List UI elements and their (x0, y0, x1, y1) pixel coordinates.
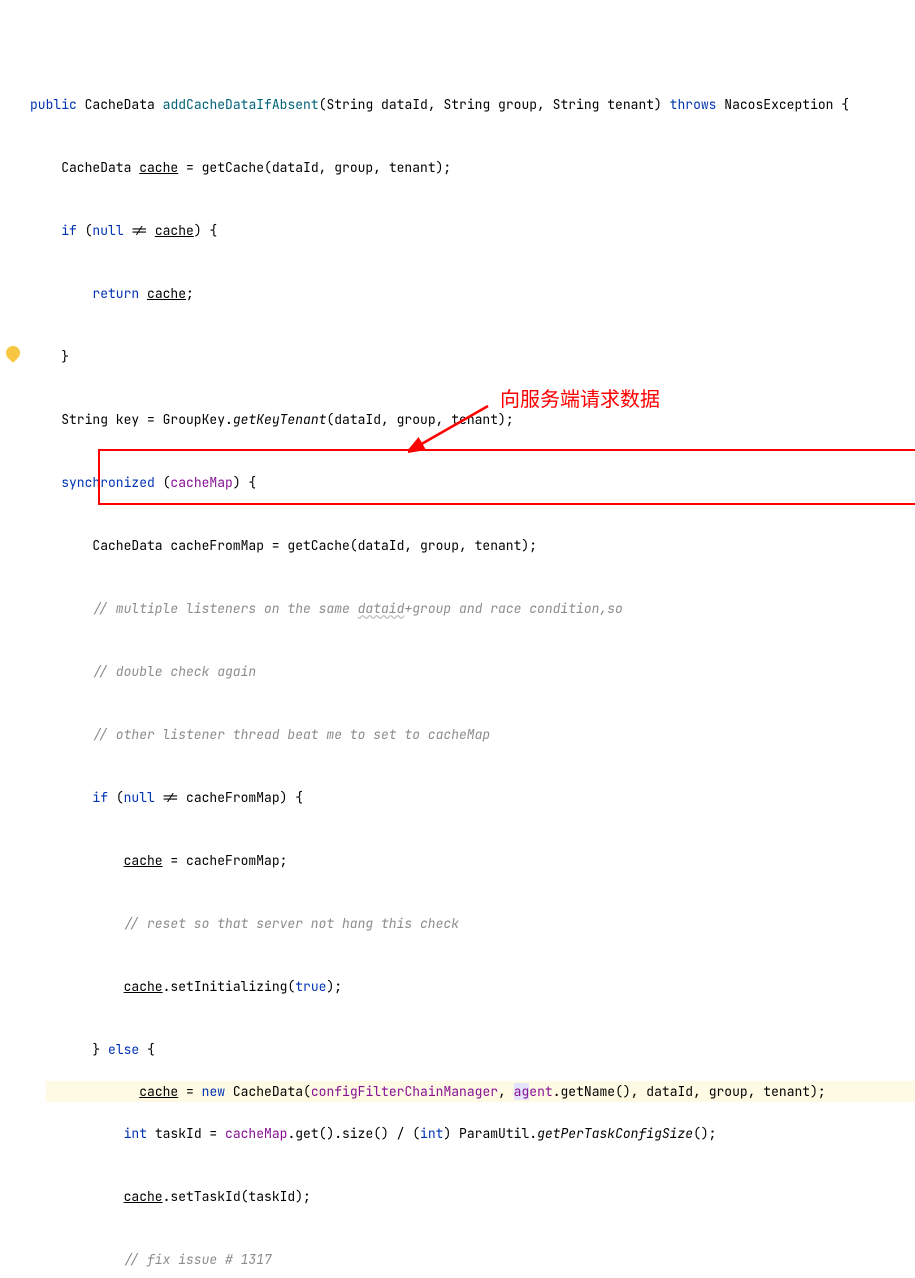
code-line: cache.setTaskId(taskId); (30, 1186, 915, 1207)
intention-bulb-icon[interactable] (3, 343, 23, 363)
code-line: cache.setInitializing(true); (30, 976, 915, 997)
code-line: CacheData cache = getCache(dataId, group… (30, 157, 915, 178)
code-line: if (null != cache) { (30, 220, 915, 241)
code-line: } else { (30, 1039, 915, 1060)
code-editor[interactable]: public CacheData addCacheDataIfAbsent(St… (0, 0, 915, 1278)
code-line: public CacheData addCacheDataIfAbsent(St… (30, 94, 915, 115)
code-line: synchronized (cacheMap) { (30, 472, 915, 493)
editor-gutter (0, 0, 25, 1278)
code-line: // double check again (30, 661, 915, 682)
code-line: String key = GroupKey.getKeyTenant(dataI… (30, 409, 915, 430)
code-line: cache = cacheFromMap; (30, 850, 915, 871)
code-line-highlighted: cache = new CacheData(configFilterChainM… (46, 1081, 915, 1102)
code-line: // fix issue # 1317 (30, 1249, 915, 1270)
code-line: if (null != cacheFromMap) { (30, 787, 915, 808)
code-line: int taskId = cacheMap.get().size() / (in… (30, 1123, 915, 1144)
code-line: } (30, 346, 915, 367)
code-line: // multiple listeners on the same dataid… (30, 598, 915, 619)
annotation-label: 向服务端请求数据 (500, 390, 660, 411)
code-line: return cache; (30, 283, 915, 304)
code-line: // reset so that server not hang this ch… (30, 913, 915, 934)
code-line: // other listener thread beat me to set … (30, 724, 915, 745)
code-line: CacheData cacheFromMap = getCache(dataId… (30, 535, 915, 556)
